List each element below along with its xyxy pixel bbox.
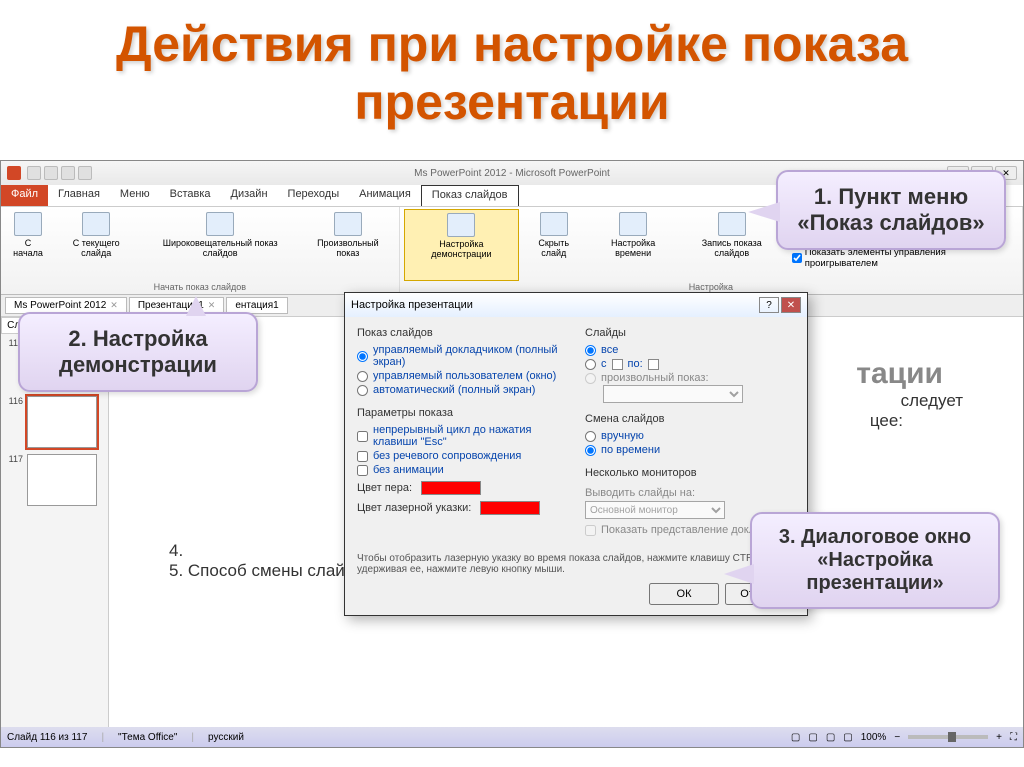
from-input[interactable]: [612, 359, 623, 370]
view-slideshow-icon[interactable]: ▢: [843, 732, 852, 743]
radio-slide-range[interactable]: с по:: [585, 357, 795, 371]
qat-save-icon[interactable]: [27, 166, 41, 180]
section-slides: Слайды: [585, 327, 795, 339]
window-title: Ms PowerPoint 2012 - Microsoft PowerPoin…: [414, 168, 610, 179]
tab-home[interactable]: Главная: [48, 185, 110, 206]
status-language[interactable]: русский: [208, 732, 244, 743]
tab-slideshow[interactable]: Показ слайдов: [421, 185, 519, 206]
section-advance: Смена слайдов: [585, 413, 795, 425]
tab-insert[interactable]: Вставка: [160, 185, 221, 206]
callout-1: 1. Пункт меню «Показ слайдов»: [776, 170, 1006, 250]
check-no-animation[interactable]: без анимации: [357, 463, 567, 477]
section-monitors: Несколько мониторов: [585, 467, 795, 479]
callout-3: 3. Диалоговое окно «Настройка презентаци…: [750, 512, 1000, 609]
dialog-title: Настройка презентации: [351, 299, 473, 311]
radio-custom-show[interactable]: произвольный показ:: [585, 371, 795, 385]
section-show-type: Показ слайдов: [357, 327, 567, 339]
pen-color-label: Цвет пера:: [357, 482, 412, 494]
dialog-title-bar[interactable]: Настройка презентации ? ✕: [345, 293, 807, 317]
play-current-icon: [82, 212, 110, 236]
slide-thumbnail[interactable]: 116: [5, 396, 104, 448]
help-button[interactable]: ?: [759, 297, 779, 313]
radio-user[interactable]: управляемый пользователем (окно): [357, 369, 567, 383]
zoom-out-button[interactable]: −: [894, 732, 900, 743]
close-icon[interactable]: ✕: [110, 300, 118, 311]
tab-menu[interactable]: Меню: [110, 185, 160, 206]
view-sorter-icon[interactable]: ▢: [808, 732, 817, 743]
hide-slide-button[interactable]: Скрыть слайд: [521, 209, 586, 281]
dialog-close-button[interactable]: ✕: [781, 297, 801, 313]
zoom-value[interactable]: 100%: [861, 732, 887, 743]
status-bar: Слайд 116 из 117 | "Тема Office" | русск…: [1, 727, 1023, 747]
tab-file[interactable]: Файл: [1, 185, 48, 206]
monitor-select[interactable]: Основной монитор: [585, 501, 725, 519]
check-loop[interactable]: непрерывный цикл до нажатия клавиши "Esc…: [357, 423, 567, 449]
play-icon: [14, 212, 42, 236]
status-theme: "Тема Office": [118, 732, 177, 743]
section-options: Параметры показа: [357, 407, 567, 419]
tab-animations[interactable]: Анимация: [349, 185, 421, 206]
custom-show-icon: [334, 212, 362, 236]
ok-button[interactable]: ОК: [649, 583, 719, 605]
qat-undo-icon[interactable]: [44, 166, 58, 180]
ribbon-group-start: С начала С текущего слайда Широковещател…: [1, 207, 400, 294]
custom-show-select[interactable]: [603, 385, 743, 403]
fit-to-window-button[interactable]: ⛶: [1010, 732, 1017, 743]
output-label: Выводить слайды на:: [585, 483, 795, 501]
slide-thumbnail[interactable]: 117: [5, 454, 104, 506]
laser-color-picker[interactable]: [480, 501, 540, 515]
zoom-in-button[interactable]: +: [996, 732, 1002, 743]
clock-icon: [619, 212, 647, 236]
to-input[interactable]: [648, 359, 659, 370]
setup-icon: [447, 213, 475, 237]
pen-color-picker[interactable]: [421, 481, 481, 495]
radio-manual[interactable]: вручную: [585, 429, 795, 443]
record-icon: [718, 212, 746, 236]
group-label-start: Начать показ слайдов: [5, 281, 395, 292]
callout-2: 2. Настройка демонстрации: [18, 312, 258, 392]
group-label-setup: Настройка: [404, 281, 1018, 292]
from-current-button[interactable]: С текущего слайда: [53, 209, 139, 281]
hide-icon: [540, 212, 568, 236]
tab-transitions[interactable]: Переходы: [278, 185, 350, 206]
check-no-narration[interactable]: без речевого сопровождения: [357, 449, 567, 463]
radio-speaker[interactable]: управляемый докладчиком (полный экран): [357, 343, 567, 369]
broadcast-icon: [206, 212, 234, 236]
zoom-slider[interactable]: [908, 735, 988, 739]
status-slide-count: Слайд 116 из 117: [7, 732, 87, 743]
from-start-button[interactable]: С начала: [5, 209, 51, 281]
radio-auto[interactable]: автоматический (полный экран): [357, 383, 567, 397]
quick-access-toolbar: [27, 166, 92, 180]
rehearse-button[interactable]: Настройка времени: [588, 209, 677, 281]
qat-redo-icon[interactable]: [61, 166, 75, 180]
broadcast-button[interactable]: Широковещательный показ слайдов: [141, 209, 299, 281]
view-normal-icon[interactable]: ▢: [791, 732, 800, 743]
custom-show-button[interactable]: Произвольный показ: [301, 209, 395, 281]
qat-more-icon[interactable]: [78, 166, 92, 180]
view-reading-icon[interactable]: ▢: [826, 732, 835, 743]
setup-slideshow-button[interactable]: Настройка демонстрации: [404, 209, 519, 281]
page-title: Действия при настройке показа презентаци…: [0, 0, 1024, 156]
radio-timing[interactable]: по времени: [585, 443, 795, 457]
radio-all-slides[interactable]: все: [585, 343, 795, 357]
laser-color-label: Цвет лазерной указки:: [357, 502, 471, 514]
close-icon[interactable]: ✕: [208, 300, 216, 311]
app-icon: [7, 166, 21, 180]
tab-design[interactable]: Дизайн: [221, 185, 278, 206]
